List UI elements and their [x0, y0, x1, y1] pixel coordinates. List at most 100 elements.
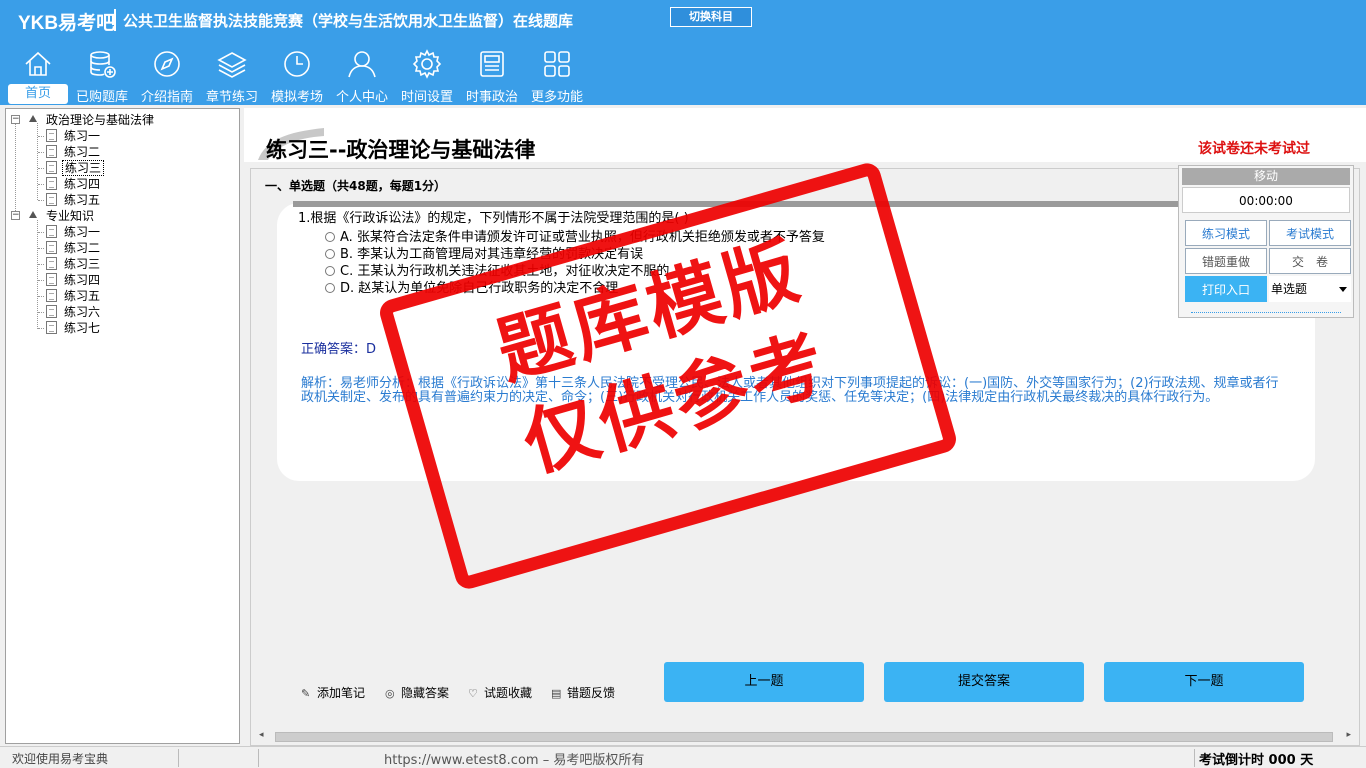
expand-toggle[interactable]: − — [11, 115, 20, 124]
section-title: 一、单选题（共48题，每题1分） — [265, 179, 447, 193]
tree-item-1-5[interactable]: 练习五 — [62, 193, 102, 207]
tree-label: 练习四 — [64, 177, 101, 191]
next-question-button[interactable]: 下一题 — [1104, 662, 1304, 702]
question-type-select[interactable]: 单选题 — [1269, 276, 1351, 302]
nav-label: 时间设置 — [400, 90, 453, 105]
radio-button[interactable] — [325, 266, 335, 276]
tree-label: 练习四 — [64, 273, 101, 287]
exam-mode-button[interactable]: 考试模式 — [1269, 220, 1351, 246]
hide-answer-button[interactable]: ◎ 隐藏答案 — [385, 684, 449, 701]
tree-item-1-3[interactable]: 练习三 — [62, 160, 105, 176]
layers-icon — [217, 52, 247, 78]
prev-question-button[interactable]: 上一题 — [664, 662, 864, 702]
tree-item-2-3[interactable]: 练习三 — [62, 257, 102, 271]
top-header: YKB易考吧 公共卫生监督执法技能竞赛（学校与生活饮用水卫生监督）在线题库 切换… — [0, 0, 1366, 105]
tree-label: 练习七 — [64, 321, 101, 335]
folder-icon — [29, 115, 37, 122]
tree-item-2-1[interactable]: 练习一 — [62, 225, 102, 239]
tree-connector — [38, 264, 44, 265]
tree-label: 专业知识 — [46, 209, 95, 223]
tree-item-2-5[interactable]: 练习五 — [62, 289, 102, 303]
tree-connector — [38, 136, 44, 137]
tree-connector — [38, 328, 44, 329]
document-icon — [46, 321, 57, 334]
tree-connector — [38, 312, 44, 313]
scroll-right-icon[interactable]: ▸ — [1346, 730, 1351, 740]
submit-answer-button[interactable]: 提交答案 — [884, 662, 1084, 702]
expand-toggle[interactable]: − — [11, 211, 20, 220]
add-note-button[interactable]: ✎ 添加笔记 — [301, 684, 365, 701]
radio-button[interactable] — [325, 232, 335, 242]
favorite-button[interactable]: ♡ 试题收藏 — [468, 684, 532, 701]
radio-button[interactable] — [325, 249, 335, 259]
tree-item-1-2[interactable]: 练习二 — [62, 145, 102, 159]
hand-in-button[interactable]: 交 卷 — [1269, 248, 1351, 274]
tree-label: 练习六 — [64, 305, 101, 319]
tool-label: 错题反馈 — [567, 686, 616, 700]
tree-connector — [15, 123, 16, 217]
app-title: 公共卫生监督执法技能竞赛（学校与生活饮用水卫生监督）在线题库 — [123, 12, 574, 30]
nav-label: 章节练习 — [205, 90, 258, 105]
nav-personal-center[interactable]: 个人中心 — [330, 48, 394, 105]
tree-group-politics[interactable]: 政治理论与基础法律 — [44, 113, 156, 127]
panel-drag-handle[interactable]: 移动 — [1182, 168, 1350, 185]
tree-label: 练习二 — [64, 145, 101, 159]
nav-home[interactable]: 首页 — [6, 48, 70, 104]
document-icon — [46, 193, 57, 206]
tree-group-professional[interactable]: 专业知识 — [44, 209, 96, 223]
horizontal-scrollbar[interactable]: ◂ ▸ — [257, 730, 1353, 744]
user-icon — [348, 51, 376, 78]
nav-label: 模拟考场 — [270, 90, 323, 105]
eye-icon: ◎ — [385, 687, 395, 700]
nav-chapter-practice[interactable]: 章节练习 — [200, 48, 264, 105]
timer-display: 00:00:00 — [1182, 187, 1350, 213]
document-icon — [46, 225, 57, 238]
tree-label: 练习五 — [64, 289, 101, 303]
grid-icon — [544, 51, 570, 77]
tree-label: 练习五 — [64, 193, 101, 207]
select-value: 单选题 — [1271, 282, 1308, 296]
nav-label: 更多功能 — [530, 90, 583, 105]
tree-item-2-7[interactable]: 练习七 — [62, 321, 102, 335]
tree-item-2-2[interactable]: 练习二 — [62, 241, 102, 255]
feedback-icon: ▤ — [551, 687, 562, 700]
error-feedback-button[interactable]: ▤ 错题反馈 — [551, 684, 615, 701]
nav-more-features[interactable]: 更多功能 — [525, 48, 589, 105]
tree-connector — [38, 296, 44, 297]
tree-connector — [38, 200, 44, 201]
title-divider — [114, 9, 116, 31]
redo-wrong-button[interactable]: 错题重做 — [1185, 248, 1267, 274]
nav-guide[interactable]: 介绍指南 — [135, 48, 199, 105]
practice-mode-button[interactable]: 练习模式 — [1185, 220, 1267, 246]
tree-connector — [38, 184, 44, 185]
document-location-icon — [46, 161, 57, 174]
nav-mock-exam[interactable]: 模拟考场 — [265, 48, 329, 105]
scroll-left-icon[interactable]: ◂ — [259, 730, 264, 740]
nav-label: 时事政治 — [465, 90, 518, 105]
database-icon — [90, 51, 116, 78]
tree-item-1-1[interactable]: 练习一 — [62, 129, 102, 143]
print-button[interactable]: 打印入口 — [1185, 276, 1267, 302]
tree-item-2-6[interactable]: 练习六 — [62, 305, 102, 319]
tree-label: 政治理论与基础法律 — [46, 113, 155, 127]
copyright-text: https://www.etest8.com – 易考吧版权所有 — [384, 753, 645, 768]
document-icon — [46, 145, 57, 158]
tree-item-2-4[interactable]: 练习四 — [62, 273, 102, 287]
document-icon — [46, 241, 57, 254]
status-divider — [258, 749, 259, 767]
nav-time-settings[interactable]: 时间设置 — [395, 48, 459, 105]
chapter-tree: − 政治理论与基础法律 练习一 练习二 练习三 练习四 练习五 − 专业知识 练… — [5, 108, 240, 744]
status-divider — [1194, 749, 1195, 767]
switch-subject-button[interactable]: 切换科目 — [670, 7, 752, 27]
tree-item-1-4[interactable]: 练习四 — [62, 177, 102, 191]
exam-status: 该试卷还未考试过 — [1198, 141, 1310, 157]
radio-button[interactable] — [325, 283, 335, 293]
question-text: 1.根据《行政诉讼法》的规定，下列情形不属于法院受理范围的是( ) — [298, 211, 689, 226]
scrollbar-thumb[interactable] — [275, 732, 1333, 742]
tree-connector — [38, 152, 44, 153]
tree-connector — [38, 280, 44, 281]
nav-current-affairs[interactable]: 时事政治 — [460, 48, 524, 105]
nav-label: 个人中心 — [335, 90, 388, 105]
tool-label: 添加笔记 — [317, 686, 366, 700]
nav-purchased[interactable]: 已购题库 — [70, 48, 134, 105]
